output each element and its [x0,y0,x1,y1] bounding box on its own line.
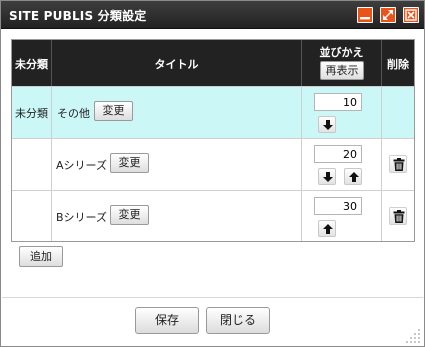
change-button[interactable]: 変更 [110,205,149,225]
title-cell: Bシリーズ 変更 [52,191,302,241]
move-up-button[interactable] [344,168,362,185]
table-row: Bシリーズ 変更 [12,190,414,241]
category-settings-dialog: SITE PUBLIS 分類設定 未分類 タイトル 並びかえ 再表示 削除 未分… [0,0,425,347]
title-cell: Aシリーズ 変更 [52,139,302,190]
table-row: Aシリーズ 変更 [12,138,414,190]
delete-button[interactable] [389,155,407,173]
category-table: 未分類 タイトル 並びかえ 再表示 削除 未分類 その他 変更 10 Aシリーズ… [11,39,415,242]
change-button[interactable]: 変更 [94,101,133,121]
uncategorized-cell [12,191,52,241]
sort-order-input[interactable] [314,145,362,163]
footer-divider [2,297,423,298]
delete-cell [382,191,414,241]
trash-icon [393,210,405,223]
uncategorized-label: 未分類 [15,107,48,120]
sort-cell [302,191,382,241]
category-name: その他 [57,107,90,120]
redisplay-button[interactable]: 再表示 [320,61,364,80]
sort-order-input[interactable] [314,93,362,111]
table-row: 未分類 その他 変更 [12,86,414,138]
delete-button[interactable] [389,207,407,225]
move-down-button[interactable] [318,116,336,133]
delete-cell [382,139,414,190]
header-uncategorized: 未分類 [12,40,52,86]
arrow-up-icon [349,172,359,182]
arrow-down-icon [323,172,333,182]
category-name: Aシリーズ [56,159,107,172]
minimize-button[interactable] [357,7,373,23]
maximize-icon [383,10,393,20]
header-sort: 並びかえ 再表示 [302,40,382,86]
header-uncategorized-label: 未分類 [15,58,48,71]
save-button[interactable]: 保存 [135,307,199,334]
title-cell: その他 変更 [52,87,302,138]
move-down-button[interactable] [318,168,336,185]
change-button[interactable]: 変更 [110,153,149,173]
uncategorized-cell: 未分類 [12,87,52,138]
sort-cell [302,87,382,138]
header-title-label: タイトル [154,58,199,71]
window-title: SITE PUBLIS 分類設定 [9,9,147,23]
minimize-icon [360,17,370,20]
header-sort-label: 並びかえ [319,46,364,59]
close-icon [405,9,417,21]
sort-cell [302,139,382,190]
table-header: 未分類 タイトル 並びかえ 再表示 削除 [12,40,414,86]
title-bar[interactable]: SITE PUBLIS 分類設定 [1,1,424,29]
uncategorized-cell [12,139,52,190]
arrow-up-icon [323,224,333,234]
sort-order-input[interactable] [314,197,362,215]
delete-cell [382,87,414,138]
add-button[interactable]: 追加 [19,246,63,267]
close-window-button[interactable] [403,7,419,23]
header-title: タイトル [52,40,302,86]
move-up-button[interactable] [318,220,336,237]
header-delete-label: 削除 [387,58,409,71]
resize-grip-icon[interactable] [404,327,422,345]
maximize-button[interactable] [380,7,396,23]
header-delete: 削除 [382,40,414,86]
trash-icon [393,158,405,171]
arrow-down-icon [323,120,333,130]
close-button[interactable]: 閉じる [206,307,270,334]
category-name: Bシリーズ [56,211,107,224]
